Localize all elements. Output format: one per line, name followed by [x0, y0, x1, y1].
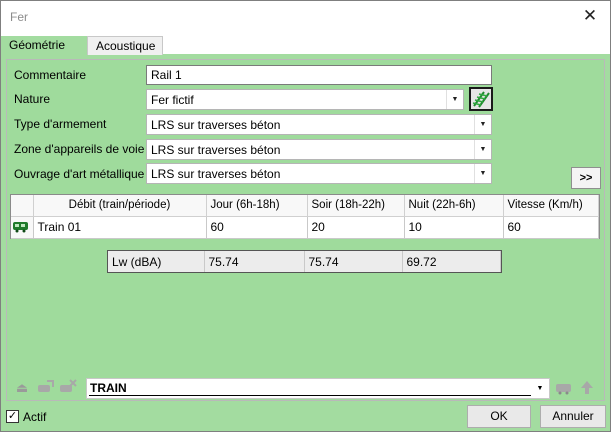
train-delete-icon[interactable] — [59, 379, 77, 395]
column-header[interactable]: Soir (18h-22h) — [307, 195, 405, 217]
lw-label: Lw (dBA) — [108, 251, 205, 272]
train-icon — [13, 221, 28, 232]
lw-soir: 75.74 — [304, 251, 403, 272]
zone-label: Zone d'appareils de voie — [14, 142, 145, 156]
column-header[interactable]: Vitesse (Km/h) — [503, 195, 599, 217]
tab-strip: Géométrie Acoustique — [1, 32, 610, 55]
train-icon[interactable] — [555, 379, 573, 395]
armement-value: LRS sur traverses béton — [151, 118, 281, 132]
column-header[interactable]: Jour (6h-18h) — [206, 195, 308, 217]
commentaire-input[interactable]: Rail 1 — [146, 65, 492, 85]
column-header[interactable]: Débit (train/période) — [33, 195, 207, 217]
chevron-down-icon[interactable]: ▼ — [446, 90, 463, 109]
soir-cell[interactable]: 20 — [307, 216, 405, 239]
lw-table: Lw (dBA) 75.74 75.74 69.72 — [107, 250, 502, 273]
ouvrage-select[interactable]: LRS sur traverses béton ▼ — [146, 163, 492, 184]
ouvrage-value: LRS sur traverses béton — [151, 167, 281, 181]
rail-track-button[interactable] — [469, 87, 493, 111]
nature-label: Nature — [14, 92, 51, 106]
ouvrage-label: Ouvrage d'art métallique — [14, 167, 145, 181]
chevron-down-icon[interactable]: ▼ — [474, 164, 491, 183]
chevron-down-icon[interactable]: ▼ — [474, 115, 491, 134]
column-header[interactable]: Nuit (22h-6h) — [404, 195, 504, 217]
rail-track-icon — [472, 91, 490, 108]
armement-label: Type d'armement — [14, 117, 107, 131]
row-header-corner — [11, 195, 34, 217]
close-icon[interactable]: ✕ — [580, 6, 600, 26]
zone-select[interactable]: LRS sur traverses béton ▼ — [146, 139, 492, 160]
arrow-up-icon[interactable] — [578, 379, 596, 395]
armement-select[interactable]: LRS sur traverses béton ▼ — [146, 114, 492, 135]
nuit-cell[interactable]: 10 — [404, 216, 504, 239]
commentaire-label: Commentaire — [14, 68, 87, 82]
train-type-value: TRAIN — [90, 381, 127, 395]
dialog-window: Fer ✕ Géométrie Acoustique Commentaire R… — [0, 0, 611, 432]
tab-geometrie[interactable]: Géométrie — [1, 36, 87, 55]
eject-icon[interactable]: ⏏ — [13, 380, 31, 396]
traffic-table: Débit (train/période) Jour (6h-18h) Soir… — [10, 194, 600, 239]
underline — [89, 395, 531, 396]
cancel-button[interactable]: Annuler — [540, 405, 606, 428]
lw-jour: 75.74 — [204, 251, 305, 272]
lw-row: Lw (dBA) 75.74 75.74 69.72 — [108, 251, 501, 272]
expand-button[interactable]: >> — [571, 167, 601, 189]
ok-button[interactable]: OK — [467, 405, 531, 428]
table-header-row: Débit (train/période) Jour (6h-18h) Soir… — [11, 195, 599, 217]
actif-checkbox[interactable]: ✓ — [6, 410, 19, 423]
train-edit-icon[interactable] — [37, 379, 55, 395]
nature-select[interactable]: Fer fictif ▼ — [146, 89, 464, 110]
row-icon-cell — [11, 216, 34, 239]
zone-value: LRS sur traverses béton — [151, 143, 281, 157]
actif-label: Actif — [23, 410, 47, 424]
lw-nuit: 69.72 — [402, 251, 501, 272]
title-bar: Fer ✕ — [1, 1, 610, 32]
vitesse-cell[interactable]: 60 — [503, 216, 599, 239]
tab-acoustique[interactable]: Acoustique — [87, 36, 163, 55]
window-title: Fer — [10, 10, 28, 24]
nature-value: Fer fictif — [151, 93, 194, 107]
table-row[interactable]: Train 01 60 20 10 60 — [11, 216, 599, 239]
jour-cell[interactable]: 60 — [206, 216, 308, 239]
train-type-select[interactable]: TRAIN ▼ — [86, 378, 550, 399]
chevron-down-icon[interactable]: ▼ — [474, 140, 491, 159]
train-name-cell[interactable]: Train 01 — [33, 216, 207, 239]
chevron-down-icon[interactable]: ▼ — [533, 379, 547, 398]
